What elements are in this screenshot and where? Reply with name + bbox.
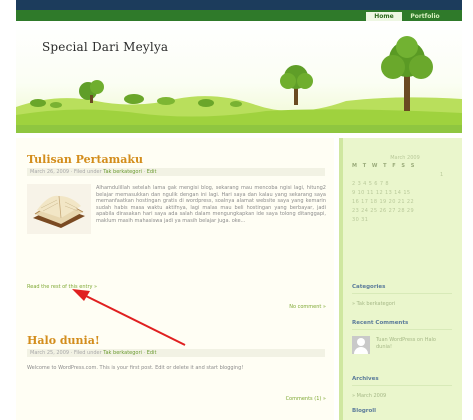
calendar-row: 23 24 25 26 27 28 29 xyxy=(352,208,415,214)
categories-heading: Categories xyxy=(352,284,386,290)
post-category-link[interactable]: Tak berkategori xyxy=(103,350,142,356)
divider xyxy=(352,385,452,386)
landscape-illustration xyxy=(16,36,462,133)
header-divider xyxy=(16,125,462,133)
archive-link[interactable]: » March 2009 xyxy=(352,393,386,399)
divider xyxy=(352,293,452,294)
sidebar: March 2009 M T W T F S S 1 2 3 4 5 6 7 8… xyxy=(339,138,462,420)
nav-portfolio-tab[interactable]: Portfolio xyxy=(405,12,445,21)
comments-link[interactable]: No comment » xyxy=(216,304,326,310)
main-content: Tulisan Pertamaku March 26, 2009 · Filed… xyxy=(16,138,334,420)
comments-link[interactable]: Comments (1) » xyxy=(216,396,326,402)
top-bar xyxy=(16,0,462,10)
calendar-row: 2 3 4 5 6 7 8 xyxy=(352,181,390,187)
post-meta-label: Filed under xyxy=(73,350,102,356)
post-edit-link[interactable]: Edit xyxy=(147,169,157,175)
recent-comments-heading: Recent Comments xyxy=(352,320,409,326)
nav-home-tab[interactable]: Home xyxy=(366,12,402,21)
header-banner: Special Dari Meylya xyxy=(16,21,462,133)
calendar-title: March 2009 xyxy=(390,155,420,161)
post-meta: March 25, 2009 · Filed under Tak berkate… xyxy=(27,349,325,357)
calendar-weekdays: M T W T F S S xyxy=(352,163,417,169)
blogroll-heading: Blogroll xyxy=(352,408,377,414)
avatar-icon xyxy=(352,336,370,354)
post-excerpt: Alhamdulillah setelah lama gak mengisi b… xyxy=(96,185,326,224)
calendar-row: 16 17 18 19 20 21 22 xyxy=(352,199,415,205)
calendar-row: 1 xyxy=(440,172,444,178)
archives-heading: Archives xyxy=(352,376,379,382)
post-date: March 25, 2009 xyxy=(30,350,70,356)
post-date: March 26, 2009 xyxy=(30,169,70,175)
tree-icon xyxy=(280,65,313,105)
category-link[interactable]: » Tak berkategori xyxy=(352,301,395,307)
recent-comment-link[interactable]: Tuan WordPress on Halo dunia! xyxy=(376,337,448,351)
post-title[interactable]: Tulisan Pertamaku xyxy=(27,153,143,166)
divider xyxy=(352,329,452,330)
post-category-link[interactable]: Tak berkategori xyxy=(103,169,142,175)
post-edit-link[interactable]: Edit xyxy=(147,350,157,356)
post-title[interactable]: Halo dunia! xyxy=(27,334,100,347)
post-meta: March 26, 2009 · Filed under Tak berkate… xyxy=(27,168,325,176)
calendar-row: 30 31 xyxy=(352,217,369,223)
book-image xyxy=(27,184,91,234)
calendar-row: 9 10 11 12 13 14 15 xyxy=(352,190,411,196)
post-excerpt: Welcome to WordPress.com. This is your f… xyxy=(27,365,244,371)
read-more-link[interactable]: Read the rest of this entry » xyxy=(27,284,97,290)
post-meta-label: Filed under xyxy=(73,169,102,175)
